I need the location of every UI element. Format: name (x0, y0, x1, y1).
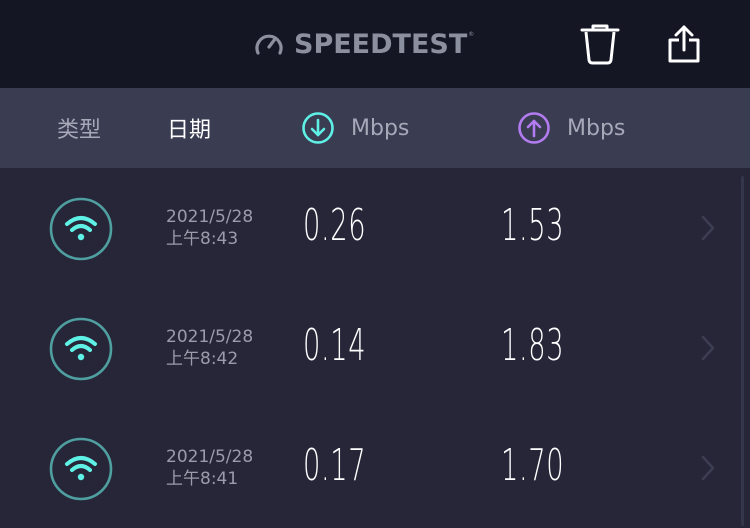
download-speed-value: 0.26 (303, 200, 367, 251)
scrollbar[interactable] (741, 176, 744, 526)
result-timestamp: 2021/5/28 上午8:41 (166, 446, 253, 490)
result-date: 2021/5/28 (166, 327, 254, 347)
logo-trademark: ® (468, 30, 475, 38)
result-timestamp: 2021/5/28 上午8:42 (166, 326, 253, 370)
column-header-upload-label: Mbps (567, 115, 626, 141)
upload-speed-value: 1.70 (501, 440, 565, 491)
chevron-right-icon (701, 215, 715, 241)
column-header-upload[interactable]: Mbps (517, 88, 625, 168)
download-speed-value: 0.17 (303, 440, 367, 491)
column-header-row: 类型 日期 Mbps Mbps (0, 88, 750, 168)
wifi-connection-badge (49, 197, 113, 261)
result-time: 上午8:43 (166, 229, 239, 249)
download-speed-value: 0.14 (303, 320, 367, 371)
result-date: 2021/5/28 (166, 447, 254, 467)
gauge-icon (255, 34, 283, 55)
results-list: 2021/5/28 上午8:43 0.26 1.53 2021/5/28 上午8… (0, 168, 750, 527)
upload-speed-value: 1.83 (501, 320, 565, 371)
download-arrow-icon (302, 112, 334, 144)
column-header-date-label: 日期 (167, 118, 212, 143)
upload-speed-value: 1.53 (501, 200, 565, 251)
column-header-download[interactable]: Mbps (301, 88, 409, 168)
delete-button[interactable] (578, 22, 622, 66)
wifi-icon (49, 317, 113, 381)
column-header-type-label: 类型 (57, 118, 102, 143)
wifi-icon (49, 197, 113, 261)
share-button[interactable] (662, 22, 706, 66)
column-header-type[interactable]: 类型 (57, 88, 101, 168)
chevron-right-icon (701, 455, 715, 481)
wifi-connection-badge (49, 437, 113, 501)
top-bar: SPEEDTEST ® (0, 0, 750, 88)
result-row[interactable]: 2021/5/28 上午8:42 0.14 1.83 (0, 288, 750, 408)
trash-icon (580, 24, 620, 65)
logo-text: SPEEDTEST (294, 28, 468, 60)
wifi-connection-badge (49, 317, 113, 381)
result-time: 上午8:42 (166, 349, 239, 369)
column-header-download-label: Mbps (351, 115, 410, 141)
speedtest-logo: SPEEDTEST ® (252, 24, 474, 64)
result-time: 上午8:41 (166, 469, 239, 489)
share-icon (668, 25, 700, 63)
result-row[interactable]: 2021/5/28 上午8:41 0.17 1.70 (0, 408, 750, 528)
result-date: 2021/5/28 (166, 207, 254, 227)
wifi-icon (49, 437, 113, 501)
column-header-date[interactable]: 日期 (167, 88, 211, 168)
result-timestamp: 2021/5/28 上午8:43 (166, 206, 253, 250)
result-row[interactable]: 2021/5/28 上午8:43 0.26 1.53 (0, 168, 750, 288)
upload-arrow-icon (518, 112, 550, 144)
chevron-right-icon (701, 335, 715, 361)
